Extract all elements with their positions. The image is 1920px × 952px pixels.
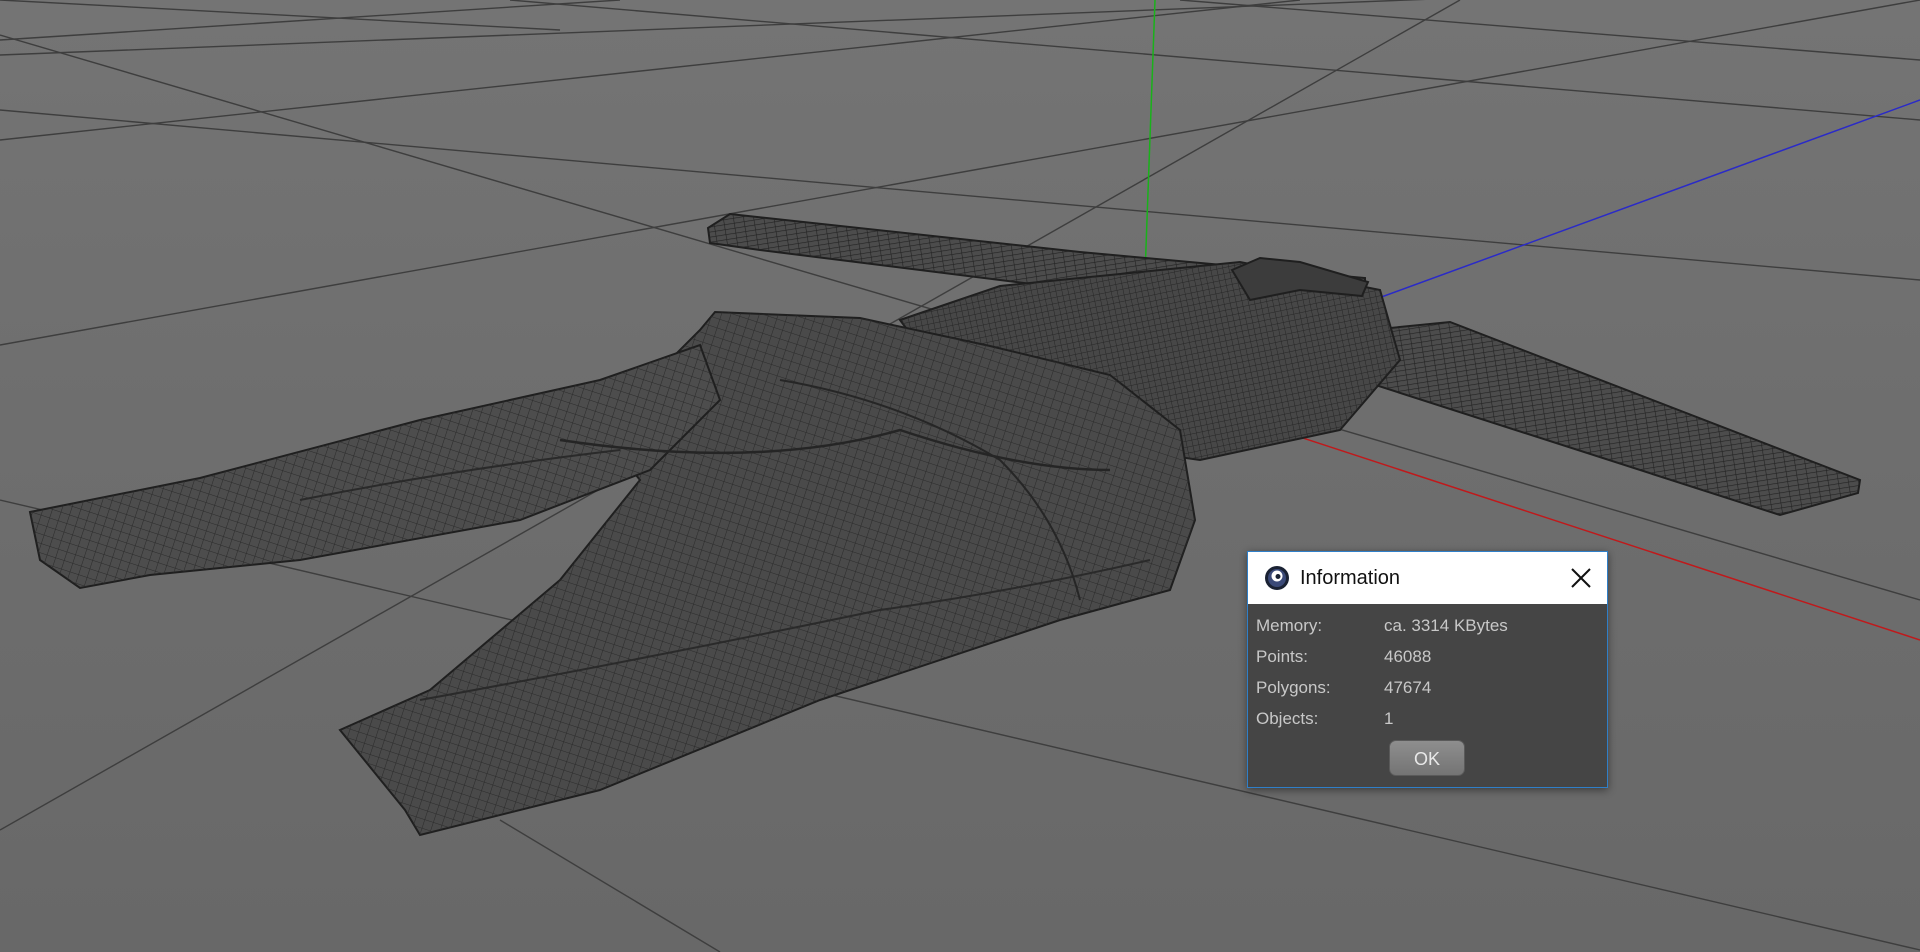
ok-button[interactable]: OK [1389, 740, 1465, 776]
polygons-value: 47674 [1384, 678, 1432, 697]
objects-row: Objects: 1 [1256, 706, 1601, 732]
points-label: Points: [1256, 647, 1308, 666]
points-value: 46088 [1384, 647, 1432, 666]
polygons-label: Polygons: [1256, 678, 1331, 697]
objects-label: Objects: [1256, 709, 1319, 728]
viewport-canvas [0, 0, 1920, 952]
points-row: Points: 46088 [1256, 644, 1601, 670]
memory-row: Memory: ca. 3314 KBytes [1256, 613, 1601, 639]
memory-value: ca. 3314 KBytes [1384, 616, 1508, 635]
objects-value: 1 [1384, 709, 1394, 728]
dialog-title: Information [1300, 567, 1401, 589]
dialog-titlebar[interactable]: Information [1248, 552, 1607, 604]
3d-viewport[interactable] [0, 0, 1920, 952]
polygons-row: Polygons: 47674 [1256, 675, 1601, 701]
close-button[interactable] [1561, 558, 1601, 598]
close-icon [1571, 568, 1591, 588]
cinema4d-logo-icon [1264, 565, 1290, 591]
memory-label: Memory: [1256, 616, 1323, 635]
information-dialog: Information Memory: ca. 3314 KBytes Poin… [1247, 551, 1608, 788]
